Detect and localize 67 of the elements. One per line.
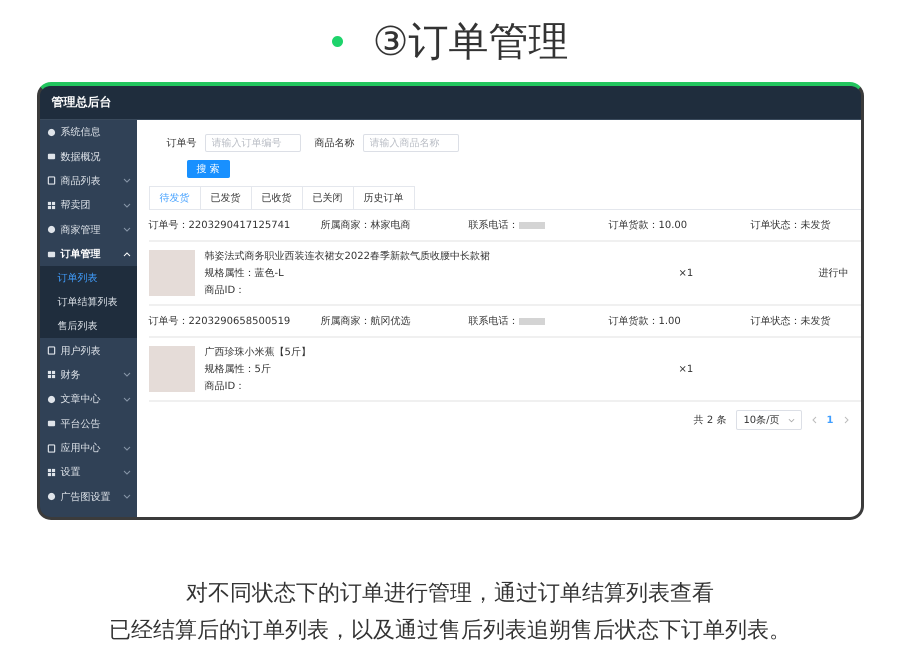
page-heading: ③订单管理 bbox=[372, 18, 568, 66]
menu-icon bbox=[46, 370, 56, 380]
field-label: 商品名称 bbox=[314, 136, 354, 150]
sidebar-item[interactable]: 系统信息 bbox=[40, 120, 136, 144]
quantity: ×1 bbox=[678, 268, 694, 278]
order-amount: 订单货款：10.00 bbox=[608, 218, 688, 232]
sidebar-item[interactable]: 帮卖团 bbox=[40, 193, 136, 218]
menu-icon bbox=[46, 152, 56, 162]
redacted-block bbox=[518, 318, 544, 324]
sidebar-item[interactable]: 商家管理 bbox=[40, 218, 136, 242]
bullet-dot bbox=[332, 36, 343, 46]
photo-placeholder bbox=[148, 250, 194, 296]
photo-placeholder bbox=[148, 346, 194, 392]
menu-icon bbox=[46, 200, 56, 210]
app-title: 管理总后台 bbox=[52, 94, 112, 111]
menu-icon bbox=[46, 419, 56, 428]
redacted-block bbox=[518, 222, 544, 228]
store-name: 所属商家：航冈优选 bbox=[320, 314, 412, 328]
menu-icon bbox=[46, 346, 56, 356]
order-number: 订单号：2203290417125741 bbox=[148, 218, 292, 232]
sidebar-item[interactable]: 数据概况 bbox=[40, 144, 136, 169]
next-page-icon[interactable] bbox=[844, 416, 848, 424]
order-status: 订单状态：未发货 bbox=[750, 218, 832, 232]
order-status: 订单状态：未发货 bbox=[750, 314, 832, 328]
phone-label: 联系电话： bbox=[468, 218, 518, 232]
progress-status: 进行中 bbox=[818, 266, 850, 280]
menu-icon bbox=[46, 444, 56, 453]
tab[interactable]: 历史订单 bbox=[352, 186, 414, 209]
menu-icon bbox=[46, 394, 56, 404]
caret-icon bbox=[788, 418, 795, 422]
sidebar-item[interactable]: 应用中心 bbox=[40, 436, 136, 460]
store-name: 所属商家：林家电商 bbox=[320, 218, 412, 232]
product-id: 商品ID： bbox=[204, 380, 246, 393]
menu-icon bbox=[46, 128, 56, 137]
menu-icon bbox=[46, 176, 56, 186]
sidebar-item[interactable]: 广告图设置 bbox=[40, 484, 136, 510]
submenu-item[interactable]: 订单结算列表 bbox=[40, 290, 136, 314]
product-id: 商品ID： bbox=[204, 284, 246, 297]
sidebar-item[interactable]: 平台公告 bbox=[40, 412, 136, 436]
product-name: 韩姿法式商务职业西装连衣裙女2022春季新款气质收腰中长款裙 bbox=[204, 250, 491, 263]
menu-icon bbox=[46, 250, 56, 259]
total-count: 共 2 条 bbox=[694, 414, 726, 427]
sidebar-item[interactable]: 设置 bbox=[40, 460, 136, 485]
sidebar-item[interactable]: 订单管理 bbox=[40, 242, 136, 266]
menu-icon bbox=[46, 225, 56, 234]
sidebar-item[interactable]: 商品列表 bbox=[40, 168, 136, 194]
product-spec: 规格属性：蓝色-L bbox=[204, 266, 285, 280]
quantity: ×1 bbox=[678, 364, 694, 374]
caption-text: 已经结算后的订单列表，以及通过售后列表追朔售后状态下订单列表。 bbox=[109, 617, 791, 645]
submenu-item[interactable]: 订单列表 bbox=[40, 266, 136, 290]
order-number: 订单号：2203290658500519 bbox=[148, 314, 292, 328]
product-spec: 规格属性：5斤 bbox=[204, 362, 272, 376]
sidebar-item[interactable]: 用户列表 bbox=[40, 338, 136, 363]
input-field[interactable]: 请输入商品名称 bbox=[362, 134, 458, 152]
product-name: 广西珍珠小米蕉【5斤】 bbox=[204, 346, 312, 359]
caption-text: 对不同状态下的订单进行管理，通过订单结算列表查看 bbox=[185, 580, 715, 608]
page-size-select[interactable]: 10条/页 bbox=[736, 410, 802, 430]
sidebar-item[interactable]: 文章中心 bbox=[40, 387, 136, 412]
menu-icon bbox=[46, 468, 56, 477]
submenu-item[interactable]: 售后列表 bbox=[40, 314, 136, 338]
order-amount: 订单货款：1.00 bbox=[608, 314, 682, 328]
menu-icon bbox=[46, 492, 56, 502]
input-field[interactable]: 请输入订单编号 bbox=[204, 134, 300, 152]
previous-page-icon[interactable] bbox=[812, 416, 817, 424]
field-label: 订单号 bbox=[166, 136, 196, 150]
sidebar-item[interactable]: 财务 bbox=[40, 362, 136, 388]
phone-label: 联系电话： bbox=[468, 314, 518, 328]
